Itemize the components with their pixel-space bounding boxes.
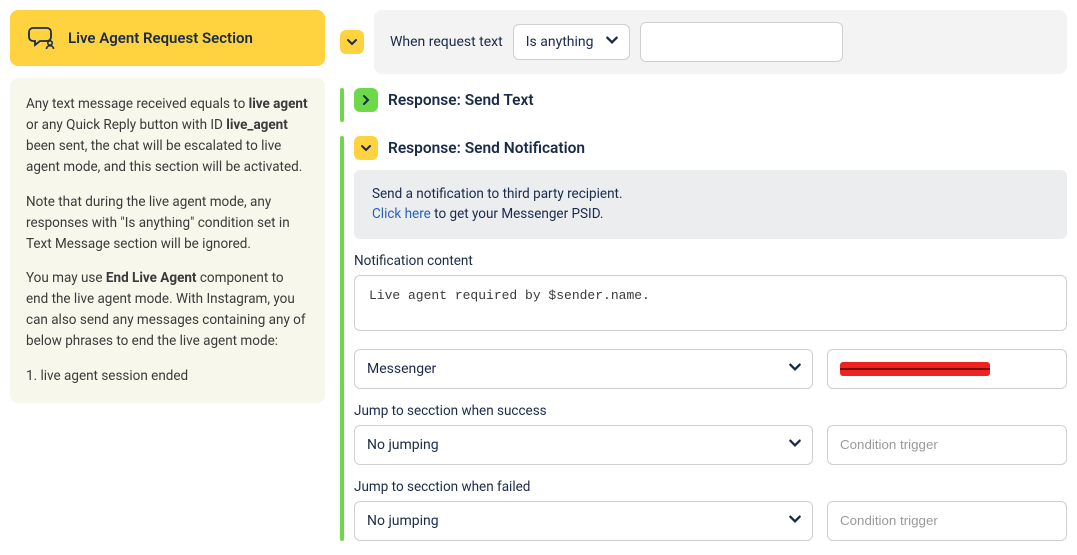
- info-text: You may use: [26, 270, 106, 286]
- info-text: 1. live agent session ended: [26, 366, 309, 387]
- info-text: Note that during the live agent mode, an…: [26, 192, 309, 255]
- jump-success-label: Jump to secction when success: [354, 403, 1067, 419]
- chat-agent-icon: [28, 24, 56, 52]
- notice-text: to get your Messenger PSID.: [431, 206, 604, 222]
- expand-toggle[interactable]: [354, 88, 378, 112]
- when-condition-select[interactable]: Is anything: [513, 24, 631, 60]
- live-agent-section-header[interactable]: Live Agent Request Section: [10, 10, 325, 66]
- chevron-right-icon: [360, 94, 372, 106]
- notification-content-input[interactable]: [354, 275, 1067, 331]
- chevron-down-icon: [346, 36, 358, 48]
- notification-content-label: Notification content: [354, 253, 1067, 269]
- select-value: No jumping: [367, 437, 439, 453]
- info-text: Any text message received equals to: [26, 96, 249, 112]
- when-label: When request text: [390, 34, 503, 50]
- channel-select[interactable]: Messenger: [354, 349, 813, 389]
- select-value: Is anything: [526, 34, 594, 50]
- chevron-down-icon: [360, 142, 372, 154]
- info-text: or any Quick Reply button with ID: [26, 117, 226, 133]
- collapse-toggle[interactable]: [340, 30, 364, 54]
- jump-success-select[interactable]: No jumping: [354, 425, 813, 465]
- collapse-toggle[interactable]: [354, 136, 378, 160]
- get-psid-link[interactable]: Click here: [372, 206, 431, 222]
- chevron-down-icon: [788, 512, 802, 530]
- info-text-bold: End Live Agent: [106, 270, 197, 286]
- response-send-text-title: Response: Send Text: [388, 91, 534, 109]
- left-accent-bar: [340, 88, 344, 122]
- condition-trigger-failed-input[interactable]: [827, 501, 1067, 541]
- select-value: No jumping: [367, 513, 439, 529]
- redacted-value: [840, 362, 990, 376]
- info-text-bold: live_agent: [226, 117, 288, 133]
- chevron-down-icon: [605, 33, 619, 51]
- notice-text: Send a notification to third party recip…: [372, 186, 623, 202]
- jump-failed-label: Jump to secction when failed: [354, 479, 1067, 495]
- when-condition-row: When request text Is anything: [374, 10, 1067, 74]
- info-text: been sent, the chat will be escalated to…: [26, 138, 302, 175]
- jump-failed-select[interactable]: No jumping: [354, 501, 813, 541]
- left-accent-bar: [340, 136, 344, 541]
- when-value-input[interactable]: [640, 22, 843, 62]
- info-text-bold: live agent: [249, 96, 308, 112]
- chevron-down-icon: [788, 436, 802, 454]
- recipient-psid-input[interactable]: [827, 349, 1067, 389]
- response-send-notification-title: Response: Send Notification: [388, 139, 585, 157]
- condition-trigger-success-input[interactable]: [827, 425, 1067, 465]
- info-panel: Any text message received equals to live…: [10, 78, 325, 403]
- notification-notice: Send a notification to third party recip…: [354, 170, 1067, 239]
- section-title: Live Agent Request Section: [68, 29, 253, 47]
- chevron-down-icon: [788, 360, 802, 378]
- select-value: Messenger: [367, 361, 436, 377]
